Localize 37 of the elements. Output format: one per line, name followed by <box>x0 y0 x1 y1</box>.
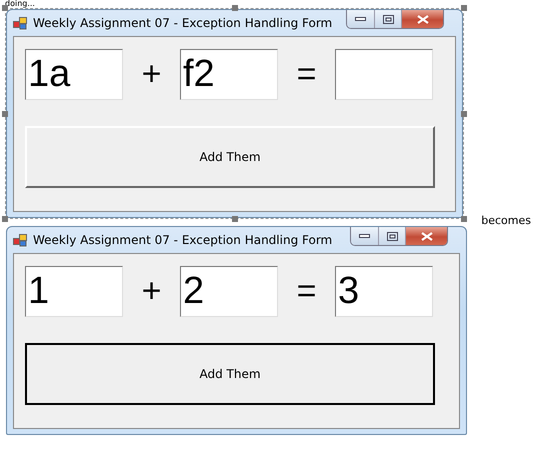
resize-handle[interactable] <box>461 5 468 11</box>
number-field[interactable]: 1a <box>25 49 123 100</box>
close-button[interactable] <box>401 10 444 28</box>
operator-label: = <box>296 55 318 94</box>
window-title: Weekly Assignment 07 - Exception Handling Form <box>33 16 332 30</box>
number-field[interactable]: f2 <box>180 49 278 100</box>
app-icon <box>13 233 27 247</box>
resize-handle[interactable] <box>232 5 238 11</box>
number-field[interactable]: 2 <box>180 266 278 317</box>
number-field[interactable]: 3 <box>335 266 433 317</box>
window-title: Weekly Assignment 07 - Exception Handling Form <box>33 233 332 247</box>
resize-handle[interactable] <box>2 110 8 116</box>
operator-label: + <box>140 272 162 311</box>
app-icon <box>13 16 27 30</box>
resize-handle[interactable] <box>461 110 468 116</box>
close-icon <box>416 14 429 24</box>
maximize-button[interactable] <box>374 10 402 28</box>
resize-handle[interactable] <box>461 216 468 222</box>
operator-label: + <box>140 55 162 94</box>
caption-text: doing... <box>5 0 36 8</box>
add-button[interactable]: Add Them <box>25 343 435 405</box>
minimize-button[interactable] <box>351 227 378 245</box>
maximize-icon <box>386 232 398 240</box>
minimize-button[interactable] <box>347 10 374 28</box>
minimize-icon <box>355 16 366 22</box>
operator-label: = <box>296 272 318 311</box>
resize-handle[interactable] <box>2 216 8 222</box>
number-field[interactable] <box>335 49 433 100</box>
caption-text: becomes <box>481 214 531 227</box>
maximize-icon <box>382 14 394 24</box>
close-icon <box>420 232 432 240</box>
resize-handle[interactable] <box>232 216 238 222</box>
number-field[interactable]: 1 <box>25 266 123 317</box>
close-button[interactable] <box>405 227 447 245</box>
minimize-icon <box>359 234 370 238</box>
maximize-button[interactable] <box>378 227 405 245</box>
add-button[interactable]: Add Them <box>25 126 435 188</box>
